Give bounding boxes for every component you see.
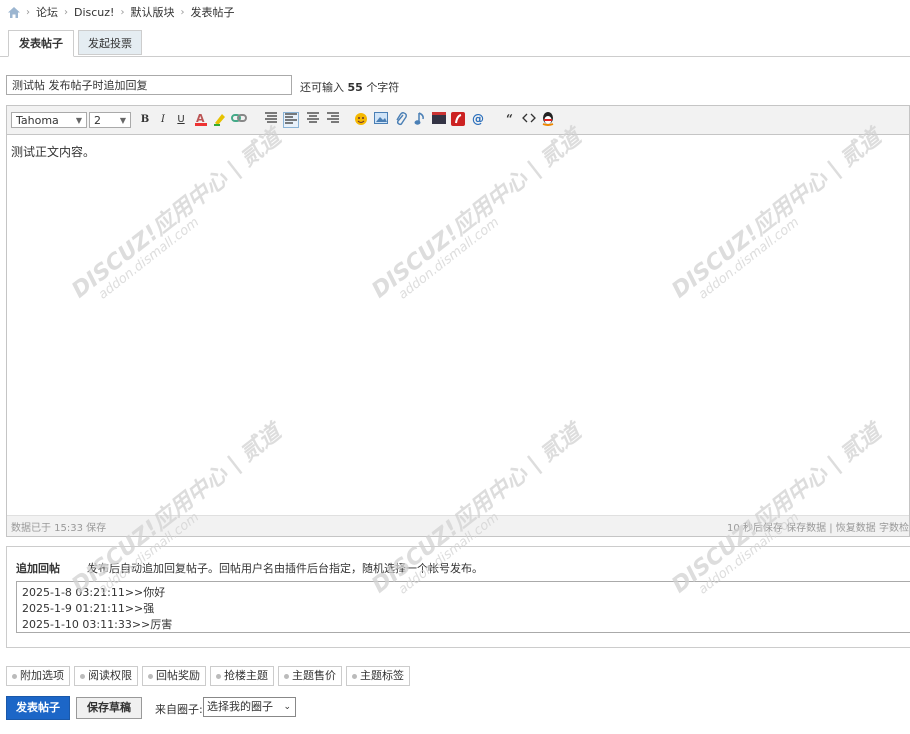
- char-counter-suffix: 个字符: [366, 81, 400, 94]
- option-price[interactable]: 主题售价: [278, 666, 342, 686]
- font-family-value: Tahoma: [16, 114, 59, 127]
- align-justify-icon[interactable]: [283, 112, 299, 128]
- music-icon[interactable]: [412, 112, 428, 128]
- font-size-select[interactable]: 2 ▼: [89, 112, 131, 128]
- autosave-controls[interactable]: 10 秒后保存 保存数据 | 恢复数据 字数检: [727, 519, 909, 534]
- save-draft-button[interactable]: 保存草稿: [76, 697, 142, 719]
- extra-reply-textarea[interactable]: 2025-1-8 03:21:11>>你好 2025-1-9 01:21:11>…: [16, 581, 910, 633]
- bullet-icon: [12, 673, 17, 679]
- chevron-right-icon: ›: [180, 6, 185, 18]
- breadcrumb-board[interactable]: 默认版块: [130, 4, 174, 20]
- link-icon[interactable]: [231, 112, 247, 128]
- svg-text:“: “: [506, 112, 513, 124]
- chevron-down-icon: ▼: [75, 116, 82, 125]
- option-floor-grab[interactable]: 抢楼主题: [210, 666, 274, 686]
- qq-icon[interactable]: [540, 112, 556, 128]
- circle-label: 来自圈子:: [155, 703, 203, 716]
- option-label: 附加选项: [20, 669, 64, 682]
- autosave-status: 数据已于 15:33 保存: [11, 523, 107, 534]
- breadcrumb-discuz[interactable]: Discuz!: [74, 6, 114, 19]
- breadcrumb: › 论坛 › Discuz! › 默认版块 › 发表帖子: [8, 5, 234, 19]
- rich-text-editor: Tahoma ▼ 2 ▼ B I U A @ “ 测试正文内容。 数据已于 15:3…: [6, 105, 910, 537]
- italic-button[interactable]: I: [155, 112, 171, 128]
- reply-line: 2025-1-10 03:11:33>>厉害: [22, 618, 173, 631]
- bullet-icon: [80, 673, 85, 679]
- home-icon[interactable]: [8, 6, 20, 18]
- bullet-icon: [352, 673, 357, 679]
- circle-select-value: 选择我的圈子: [207, 700, 273, 713]
- option-label: 阅读权限: [88, 669, 132, 682]
- submit-post-button[interactable]: 发表帖子: [6, 696, 70, 720]
- font-family-select[interactable]: Tahoma ▼: [11, 112, 87, 128]
- bullet-icon: [216, 673, 221, 679]
- option-tags[interactable]: 主题标签: [346, 666, 410, 686]
- font-color-icon[interactable]: A: [193, 112, 209, 128]
- reply-line: 2025-1-9 01:21:11>>强: [22, 602, 155, 615]
- breadcrumb-current: 发表帖子: [190, 6, 235, 19]
- chevron-right-icon: ›: [26, 6, 30, 18]
- tab-create-poll[interactable]: 发起投票: [78, 30, 142, 55]
- option-read-permission[interactable]: 阅读权限: [74, 666, 138, 686]
- smiley-icon[interactable]: [353, 112, 369, 128]
- option-label: 主题标签: [360, 669, 404, 682]
- svg-text:@: @: [472, 112, 484, 126]
- highlight-icon[interactable]: [212, 112, 228, 128]
- option-label: 抢楼主题: [224, 669, 268, 682]
- subject-input[interactable]: [6, 75, 292, 95]
- underline-button[interactable]: U: [173, 112, 189, 128]
- quote-icon[interactable]: “: [503, 112, 519, 128]
- image-icon[interactable]: [373, 112, 389, 128]
- align-left-icon[interactable]: [263, 112, 279, 128]
- extra-reply-title: 追加回帖: [16, 562, 60, 575]
- editor-toolbar: Tahoma ▼ 2 ▼ B I U A @ “: [7, 106, 909, 135]
- reply-line: 2025-1-8 03:21:11>>你好: [22, 586, 166, 599]
- video-icon[interactable]: [431, 112, 447, 128]
- at-mention-icon[interactable]: @: [470, 112, 486, 128]
- char-counter-number: 55: [347, 81, 363, 94]
- option-extra[interactable]: 附加选项: [6, 666, 70, 686]
- align-right-icon[interactable]: [325, 112, 341, 128]
- bullet-icon: [148, 673, 153, 679]
- tab-post-thread[interactable]: 发表帖子: [8, 30, 74, 57]
- flash-icon[interactable]: [450, 112, 466, 128]
- bullet-icon: [284, 673, 289, 679]
- option-reply-reward[interactable]: 回帖奖励: [142, 666, 206, 686]
- option-label: 回帖奖励: [156, 669, 200, 682]
- chevron-right-icon: ›: [64, 6, 68, 18]
- chevron-right-icon: ›: [120, 6, 125, 18]
- chevron-down-icon: ▼: [119, 116, 126, 125]
- post-options-bar: 附加选项 阅读权限 回帖奖励 抢楼主题 主题售价 主题标签: [6, 666, 410, 686]
- extra-reply-description: 发布后自动追加回复帖子。回帖用户名由插件后台指定，随机选择一个帐号发布。: [87, 562, 483, 575]
- char-counter-prefix: 还可输入: [300, 81, 344, 94]
- option-label: 主题售价: [292, 669, 336, 682]
- tab-bar: 发表帖子 发起投票: [0, 30, 910, 57]
- bold-button[interactable]: B: [137, 112, 153, 128]
- attachment-icon[interactable]: [393, 112, 409, 128]
- char-counter: 还可输入 55 个字符: [300, 79, 399, 95]
- editor-content[interactable]: 测试正文内容。: [7, 135, 909, 516]
- align-center-icon[interactable]: [305, 112, 321, 128]
- breadcrumb-forum[interactable]: 论坛: [36, 4, 58, 20]
- code-icon[interactable]: [521, 112, 537, 128]
- editor-status-bar: 数据已于 15:33 保存 10 秒后保存 保存数据 | 恢复数据 字数检: [7, 515, 909, 536]
- circle-select[interactable]: 选择我的圈子 ⌄: [203, 697, 296, 717]
- chevron-down-icon: ⌄: [283, 702, 291, 712]
- font-size-value: 2: [94, 114, 101, 127]
- extra-reply-panel: 追加回帖 发布后自动追加回复帖子。回帖用户名由插件后台指定，随机选择一个帐号发布…: [6, 546, 910, 648]
